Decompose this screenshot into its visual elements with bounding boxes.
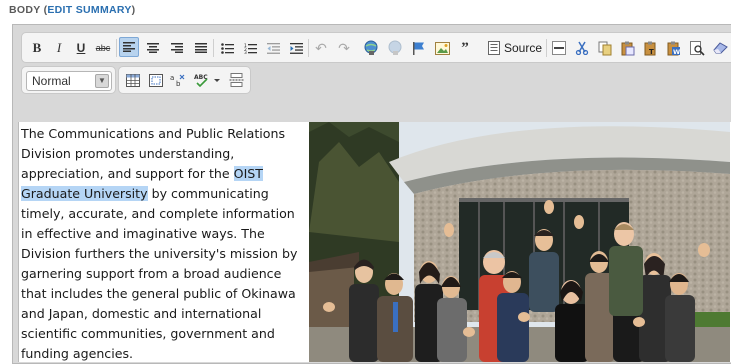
bulleted-list-button[interactable] <box>218 39 236 57</box>
redo-button[interactable]: ↷ <box>335 39 353 57</box>
svg-text:b: b <box>176 80 181 87</box>
separator <box>308 39 309 57</box>
globe-unlink-icon <box>388 40 402 55</box>
format-select[interactable]: Normal ▼ <box>26 71 112 91</box>
image-button[interactable] <box>433 39 451 57</box>
horizontal-rule-icon <box>552 41 566 55</box>
body-label: BODY <box>9 4 41 16</box>
toolbar-row-1: B I U abc 123 ↶ ↷ ” Source T W <box>21 32 731 63</box>
table-icon <box>126 73 140 87</box>
align-left-button[interactable] <box>119 37 139 57</box>
justify-button[interactable] <box>192 39 210 57</box>
strikethrough-button[interactable]: abc <box>94 39 112 57</box>
page-break-button[interactable] <box>227 71 245 89</box>
underline-glyph: U <box>76 41 86 55</box>
redo-icon: ↷ <box>338 39 350 56</box>
align-left-icon <box>123 42 135 52</box>
justify-icon <box>195 43 207 53</box>
special-char-icon: ab <box>170 74 185 87</box>
outdent-icon <box>266 42 280 54</box>
group-photo-image <box>309 122 730 362</box>
source-doc-icon <box>488 41 500 55</box>
bulleted-list-icon <box>220 42 234 54</box>
group-photo[interactable] <box>309 122 730 362</box>
spellcheck-icon: ABC <box>194 74 220 87</box>
spellcheck-button[interactable]: ABC <box>193 71 221 89</box>
strikethrough-glyph: abc <box>95 43 111 53</box>
underline-button[interactable]: U <box>72 39 90 57</box>
image-icon <box>434 41 450 55</box>
svg-text:a: a <box>170 74 174 82</box>
separator <box>116 39 117 57</box>
blockquote-button[interactable]: ” <box>456 39 474 57</box>
cut-button[interactable] <box>573 39 591 57</box>
bold-glyph: B <box>32 40 42 55</box>
remove-format-button[interactable] <box>711 39 729 57</box>
paste-word-icon: W <box>667 41 680 56</box>
flag-icon <box>413 41 424 55</box>
dropdown-arrow-icon: ▼ <box>95 74 109 88</box>
field-label: BODY (EDIT SUMMARY) <box>9 4 136 16</box>
paste-text-icon: T <box>644 41 656 56</box>
format-value: Normal <box>32 74 71 88</box>
globe-link-icon <box>364 40 378 55</box>
svg-text:3: 3 <box>244 50 247 54</box>
editor-content-area[interactable]: The Communications and Public Relations … <box>18 122 731 362</box>
body-paragraph[interactable]: The Communications and Public Relations … <box>21 124 301 364</box>
paragraph-text-after: by communicating timely, accurate, and c… <box>21 186 298 361</box>
special-char-button[interactable]: ab <box>169 71 187 89</box>
scissors-icon <box>575 41 589 55</box>
show-blocks-icon <box>149 73 163 87</box>
show-blocks-button[interactable] <box>147 71 165 89</box>
svg-text:W: W <box>673 48 680 56</box>
quote-icon: ” <box>461 39 469 56</box>
align-right-button[interactable] <box>168 39 186 57</box>
find-button[interactable] <box>688 39 706 57</box>
paste-word-button[interactable]: W <box>665 39 683 57</box>
separator <box>546 39 547 57</box>
paste-button[interactable] <box>619 39 637 57</box>
align-center-button[interactable] <box>144 39 162 57</box>
separator <box>213 39 214 57</box>
italic-glyph: I <box>56 40 62 55</box>
paste-icon <box>621 41 635 55</box>
page-break-icon <box>229 73 243 87</box>
indent-button[interactable] <box>287 39 305 57</box>
outdent-button[interactable] <box>264 39 282 57</box>
copy-icon <box>598 41 612 55</box>
unlink-button[interactable] <box>386 39 404 57</box>
format-group: Normal ▼ <box>21 66 116 94</box>
numbered-list-button[interactable]: 123 <box>241 39 259 57</box>
italic-button[interactable]: I <box>50 39 68 57</box>
source-label: Source <box>504 41 543 55</box>
paste-text-button[interactable]: T <box>642 39 660 57</box>
anchor-button[interactable] <box>410 39 428 57</box>
numbered-list-icon: 123 <box>244 43 257 54</box>
align-center-icon <box>147 43 159 53</box>
svg-text:T: T <box>649 48 654 56</box>
bold-button[interactable]: B <box>28 39 46 57</box>
undo-button[interactable]: ↶ <box>312 39 330 57</box>
undo-icon: ↶ <box>315 39 327 56</box>
eraser-icon <box>712 42 728 54</box>
copy-button[interactable] <box>596 39 614 57</box>
align-right-icon <box>171 43 183 53</box>
table-button[interactable] <box>124 71 142 89</box>
horizontal-rule-button[interactable] <box>550 39 568 57</box>
link-button[interactable] <box>362 39 380 57</box>
find-icon <box>689 40 705 56</box>
source-button[interactable]: Source <box>488 39 542 57</box>
edit-summary-link[interactable]: EDIT SUMMARY <box>47 4 131 16</box>
toolbar-row-2: ab ABC <box>118 66 251 94</box>
indent-icon <box>289 42 303 54</box>
